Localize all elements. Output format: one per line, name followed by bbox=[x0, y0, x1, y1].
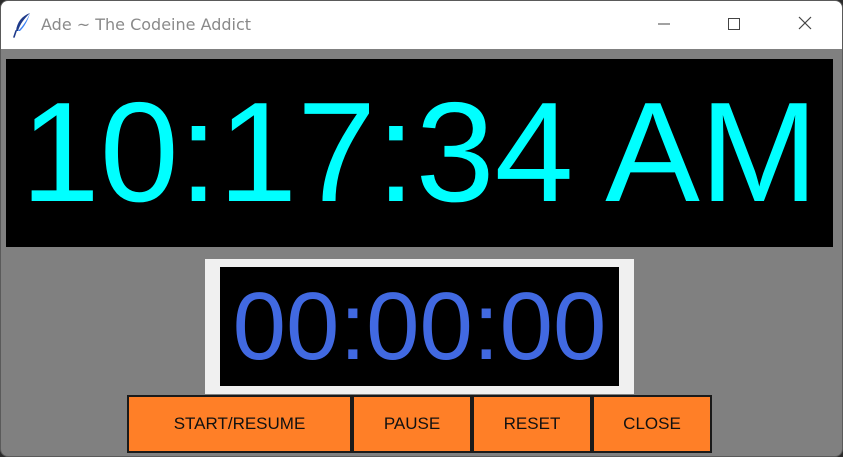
clock-display: 10:17:34 AM bbox=[6, 59, 833, 247]
feather-icon bbox=[12, 12, 34, 38]
maximize-button[interactable] bbox=[711, 1, 757, 49]
minimize-icon bbox=[657, 16, 671, 35]
clock-time: 10:17:34 AM bbox=[20, 73, 819, 232]
app-window: Ade ~ The Codeine Addict 10:17:34 AM 00:… bbox=[0, 0, 843, 457]
pause-button[interactable]: PAUSE bbox=[352, 395, 472, 453]
stopwatch-elapsed: 00:00:00 bbox=[232, 273, 607, 380]
maximize-icon bbox=[727, 16, 741, 35]
close-button[interactable]: CLOSE bbox=[592, 395, 712, 453]
close-window-button[interactable] bbox=[782, 1, 828, 49]
minimize-button[interactable] bbox=[641, 1, 687, 49]
start-resume-button[interactable]: START/RESUME bbox=[127, 395, 352, 453]
stopwatch-display: 00:00:00 bbox=[220, 267, 619, 386]
title-bar[interactable]: Ade ~ The Codeine Addict bbox=[1, 1, 842, 49]
close-icon bbox=[797, 15, 813, 35]
window-title: Ade ~ The Codeine Addict bbox=[41, 15, 252, 34]
reset-button[interactable]: RESET bbox=[472, 395, 592, 453]
